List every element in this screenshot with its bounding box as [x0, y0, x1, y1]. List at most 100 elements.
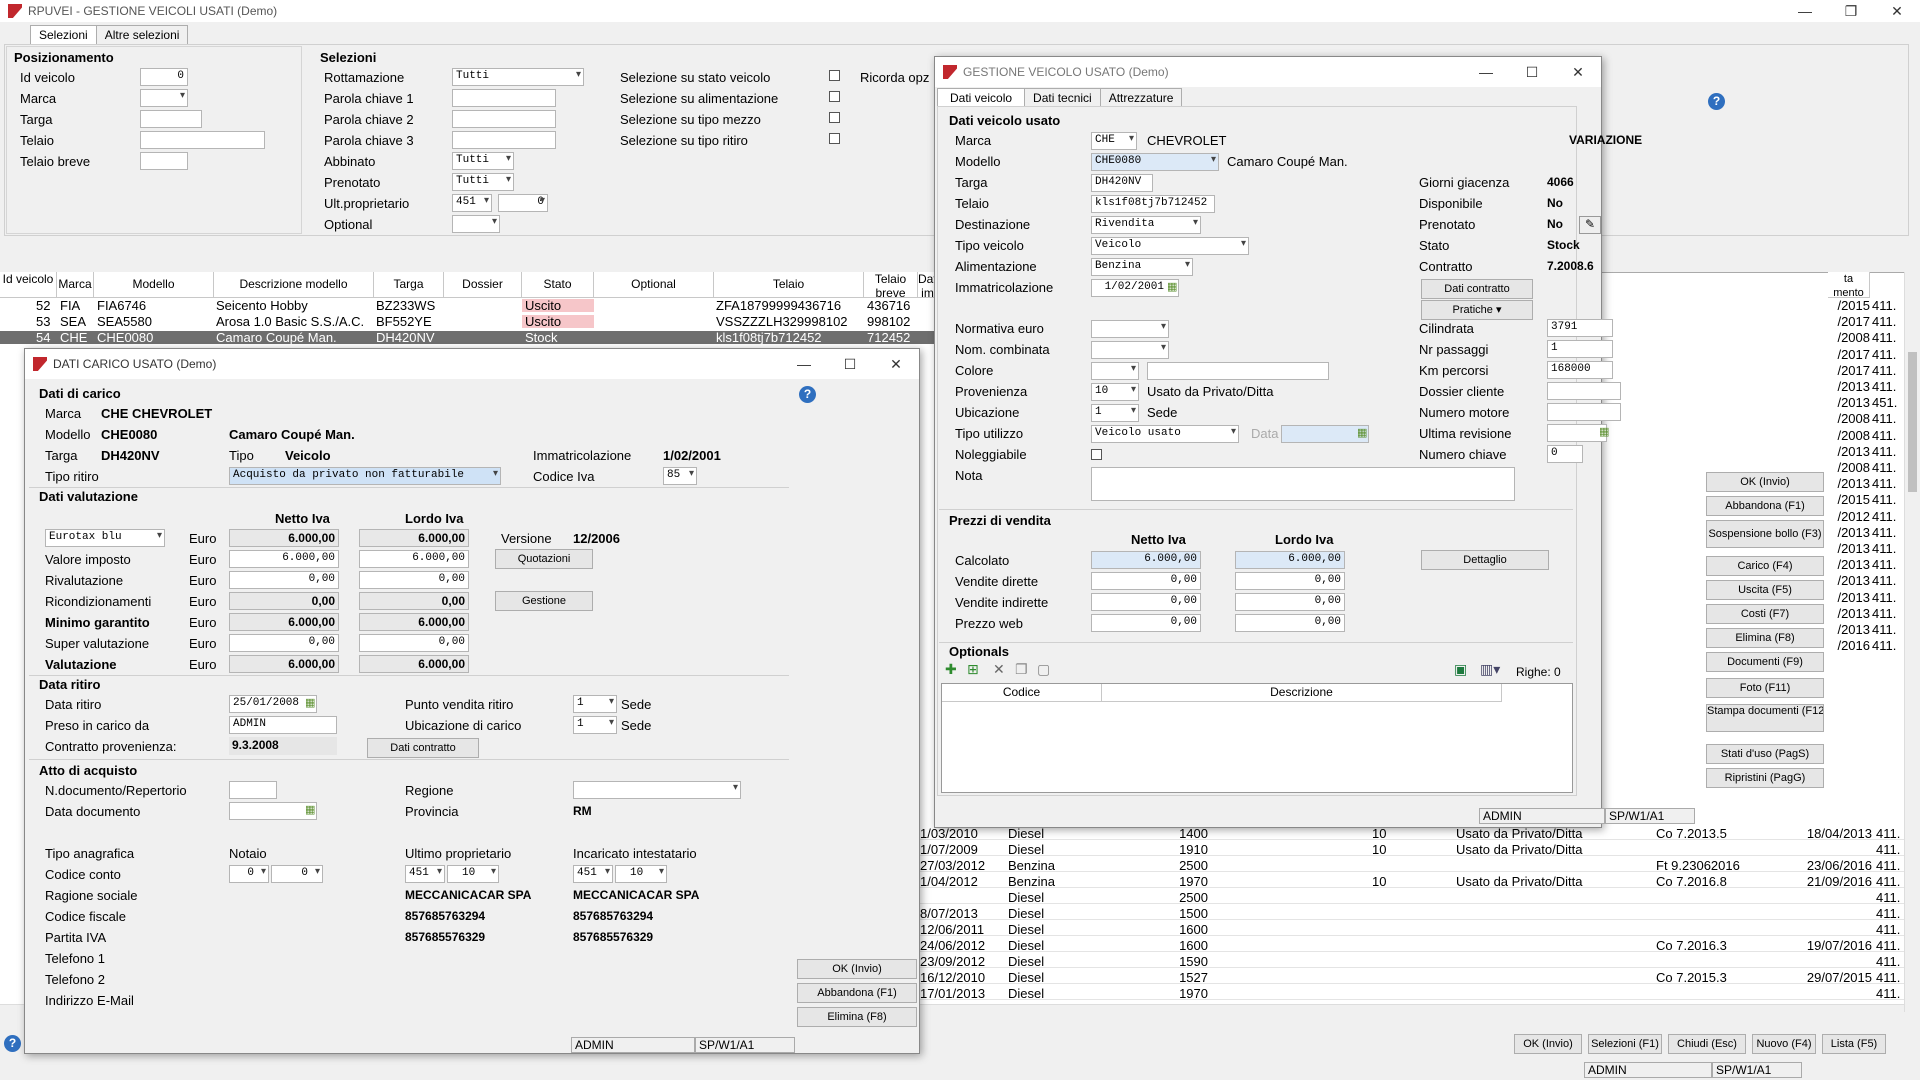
- marca-code[interactable]: CHE: [1091, 132, 1137, 150]
- alimentazione-select[interactable]: Benzina: [1091, 258, 1193, 276]
- tab-dati-veicolo[interactable]: Dati veicolo: [937, 88, 1026, 107]
- close-icon[interactable]: ✕: [1874, 3, 1920, 20]
- tech-field-0[interactable]: 3791: [1547, 319, 1613, 337]
- data-ritiro-field[interactable]: 25/01/2008: [229, 695, 317, 713]
- preso-carico-field[interactable]: ADMIN: [229, 716, 337, 734]
- noleggiabile-check[interactable]: [1091, 449, 1102, 460]
- tech-field-5[interactable]: [1547, 424, 1607, 442]
- normativa-euro-select[interactable]: [1091, 320, 1169, 338]
- col-codice[interactable]: Codice: [942, 684, 1102, 702]
- modello-code[interactable]: CHE0080: [1091, 153, 1219, 171]
- add-icon[interactable]: ✚: [945, 662, 957, 678]
- tech-field-2[interactable]: 168000: [1547, 361, 1613, 379]
- table-row[interactable]: 16/12/2010 Diesel 1527 Co 7.2015.3 29/07/201…: [920, 971, 1904, 984]
- ok-button[interactable]: OK (Invio): [797, 959, 917, 979]
- col-descrizione[interactable]: Descrizione: [1102, 684, 1502, 702]
- tab-dati-tecnici[interactable]: Dati tecnici: [1024, 88, 1101, 107]
- table-row[interactable]: 52 FIA FIA6746 Seicento Hobby BZ233WS Us…: [0, 299, 938, 312]
- ult-proprietario-2[interactable]: 0: [498, 194, 548, 212]
- ultimo-proprietario-2[interactable]: 10: [447, 865, 499, 883]
- vertical-scrollbar[interactable]: [1904, 272, 1920, 1012]
- tech-field-3[interactable]: [1547, 382, 1621, 400]
- side-button-9[interactable]: Stampa documenti (F12): [1706, 704, 1824, 732]
- tech-field-4[interactable]: [1547, 403, 1621, 421]
- col-targa[interactable]: Targa: [374, 272, 444, 298]
- regione-select[interactable]: [573, 781, 741, 799]
- valutazione-lordo-2[interactable]: 0,00: [359, 571, 469, 589]
- dati-contratto-button[interactable]: Dati contratto: [367, 738, 479, 758]
- col-stato[interactable]: Stato: [522, 272, 594, 298]
- tipo-ritiro-select[interactable]: Acquisto da privato non fatturabile: [229, 467, 501, 485]
- abbandona-button[interactable]: Abbandona (F1): [797, 983, 917, 1003]
- elimina-button[interactable]: Elimina (F8): [797, 1007, 917, 1027]
- minimize-icon[interactable]: —: [781, 356, 827, 373]
- destinazione-select[interactable]: Rivendita: [1091, 216, 1201, 234]
- excel-icon[interactable]: ▣: [1454, 662, 1467, 678]
- close-icon[interactable]: ✕: [873, 356, 919, 373]
- valutazione-netto-5[interactable]: 0,00: [229, 634, 339, 652]
- valutazione-netto-2[interactable]: 0,00: [229, 571, 339, 589]
- bottom-button-1[interactable]: Selezioni (F1): [1588, 1034, 1662, 1054]
- check-tipo-mezzo[interactable]: [829, 112, 840, 123]
- parola-2-input[interactable]: [452, 110, 556, 128]
- col-id-veicolo[interactable]: Id veicolo: [0, 272, 57, 298]
- side-button-8[interactable]: Foto (F11): [1706, 678, 1824, 698]
- bottom-button-3[interactable]: Nuovo (F4): [1752, 1034, 1816, 1054]
- side-button-1[interactable]: Abbandona (F1): [1706, 496, 1824, 516]
- tech-field-6[interactable]: 0: [1547, 445, 1583, 463]
- help-icon[interactable]: ?: [4, 1035, 21, 1052]
- ult-proprietario-1[interactable]: 451: [452, 194, 492, 212]
- colore-select[interactable]: [1091, 362, 1139, 380]
- table-row[interactable]: 27/03/2012 Benzina 2500 Ft 9.23062016 23/06/…: [920, 859, 1904, 872]
- parola-3-input[interactable]: [452, 131, 556, 149]
- gestione-button[interactable]: Gestione: [495, 591, 593, 611]
- calendar-icon[interactable]: ▦: [1599, 425, 1609, 438]
- close-icon[interactable]: ✕: [1555, 64, 1601, 81]
- punto-vendita-select[interactable]: 1: [573, 695, 617, 713]
- table-row[interactable]: 17/01/2013 Diesel 1970 411.: [920, 987, 1904, 1000]
- col-right-date[interactable]: ta mento: [1828, 272, 1870, 298]
- copy-icon[interactable]: ❐: [1015, 662, 1028, 678]
- columns-icon[interactable]: ▥▾: [1480, 662, 1500, 678]
- side-button-6[interactable]: Elimina (F8): [1706, 628, 1824, 648]
- veicolo-help-icon[interactable]: ?: [1708, 93, 1725, 110]
- maximize-icon[interactable]: ☐: [827, 356, 873, 373]
- nota-field[interactable]: [1091, 467, 1515, 501]
- col-optional[interactable]: Optional: [594, 272, 714, 298]
- prezzo-netto-3[interactable]: 0,00: [1091, 614, 1201, 632]
- data-documento-field[interactable]: [229, 802, 317, 820]
- targa-input[interactable]: [140, 110, 202, 128]
- codice-iva-select[interactable]: 85: [663, 467, 697, 485]
- optional-select[interactable]: [452, 215, 500, 233]
- side-button-11[interactable]: Ripristini (PagG): [1706, 768, 1824, 788]
- targa-field[interactable]: DH420NV: [1091, 174, 1153, 192]
- calendar-icon[interactable]: ▦: [1357, 426, 1367, 439]
- data-field[interactable]: [1281, 425, 1369, 443]
- nom-combinata-select[interactable]: [1091, 341, 1169, 359]
- tab-selezioni[interactable]: Selezioni: [30, 25, 97, 44]
- valutazione-lordo-5[interactable]: 0,00: [359, 634, 469, 652]
- incaricato-2[interactable]: 10: [615, 865, 667, 883]
- table-row[interactable]: 1/07/2009 Diesel 1910 10 Usato da Privato/Di…: [920, 843, 1904, 856]
- calendar-icon[interactable]: ▦: [305, 803, 315, 816]
- bottom-button-4[interactable]: Lista (F5): [1822, 1034, 1886, 1054]
- maximize-icon[interactable]: ☐: [1509, 64, 1555, 81]
- id-veicolo-input[interactable]: 0: [140, 68, 188, 86]
- telaio-input[interactable]: [140, 131, 265, 149]
- ultimo-proprietario-1[interactable]: 451: [405, 865, 445, 883]
- table-row[interactable]: 12/06/2011 Diesel 1600 411.: [920, 923, 1904, 936]
- table-row[interactable]: 8/07/2013 Diesel 1500 411.: [920, 907, 1904, 920]
- codice-conto-1[interactable]: 0: [229, 865, 269, 883]
- ndoc-field[interactable]: [229, 781, 277, 799]
- col-dossier[interactable]: Dossier: [444, 272, 522, 298]
- carico-help-icon[interactable]: ?: [799, 386, 816, 403]
- delete-icon[interactable]: ✕: [993, 662, 1005, 678]
- tipo-utilizzo-select[interactable]: Veicolo usato: [1091, 425, 1239, 443]
- side-button-5[interactable]: Costi (F7): [1706, 604, 1824, 624]
- table-row-selected[interactable]: 54 CHE CHE0080 Camaro Coupé Man. DH420NV…: [0, 331, 938, 344]
- colore-desc[interactable]: [1147, 362, 1329, 380]
- edit-icon[interactable]: ✎: [1579, 216, 1601, 234]
- scroll-thumb[interactable]: [1908, 352, 1917, 492]
- codice-conto-2[interactable]: 0: [271, 865, 323, 883]
- bottom-button-0[interactable]: OK (Invio): [1514, 1034, 1582, 1054]
